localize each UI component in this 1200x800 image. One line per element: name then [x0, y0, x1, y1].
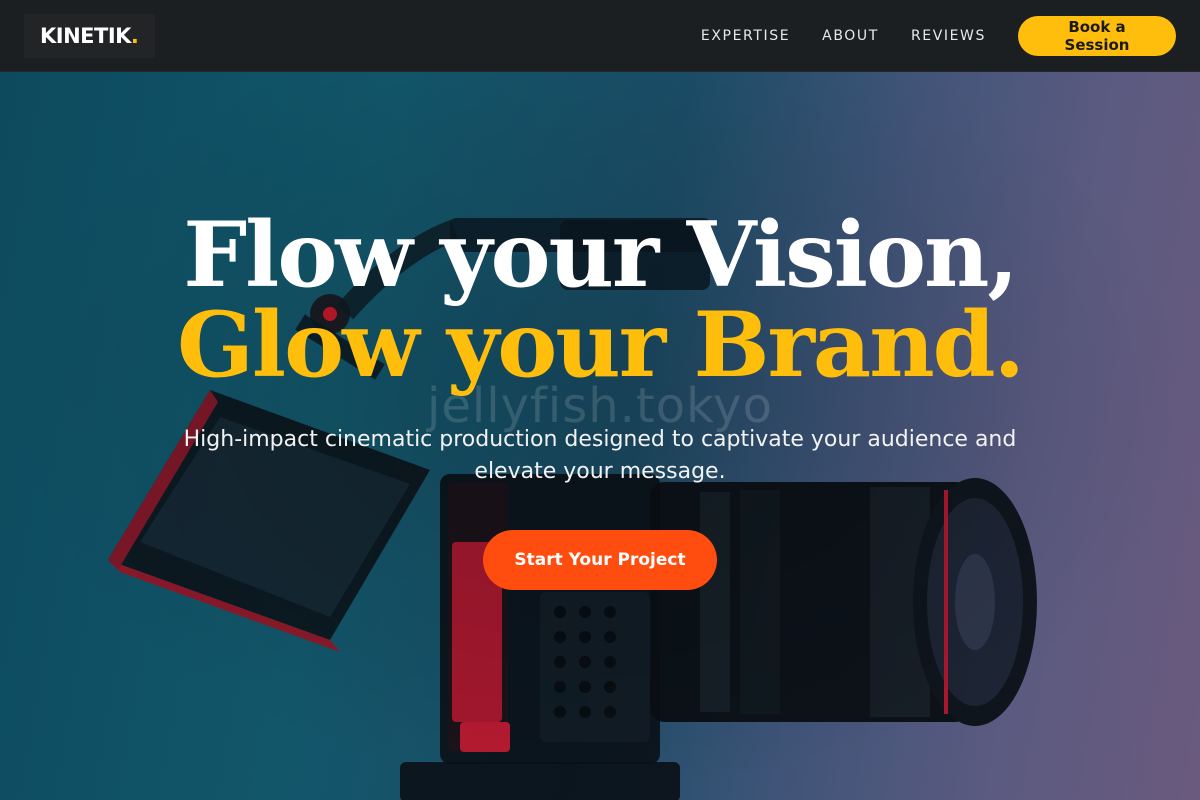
nav-link-about[interactable]: ABOUT	[822, 28, 879, 44]
hero-section: jellyfish.tokyo Flow your Vision, Glow y…	[0, 72, 1200, 800]
logo-dot: .	[130, 23, 139, 48]
hero-subtext: High-impact cinematic production designe…	[183, 427, 1017, 484]
nav-menu: EXPERTISE ABOUT REVIEWS Book a Session	[701, 15, 1176, 56]
hero-headline-line2: Glow your Brand.	[177, 292, 1025, 398]
hero-headline-line1: Flow your Vision,	[183, 202, 1019, 308]
nav-link-expertise[interactable]: EXPERTISE	[701, 28, 790, 44]
book-session-button[interactable]: Book a Session	[1018, 15, 1176, 56]
nav-link-reviews[interactable]: REVIEWS	[911, 28, 986, 44]
logo[interactable]: KINETIK.	[24, 13, 155, 58]
logo-text: KINETIK	[40, 23, 131, 48]
top-navbar: KINETIK. EXPERTISE ABOUT REVIEWS Book a …	[0, 0, 1200, 72]
start-project-button[interactable]: Start Your Project	[483, 530, 717, 590]
